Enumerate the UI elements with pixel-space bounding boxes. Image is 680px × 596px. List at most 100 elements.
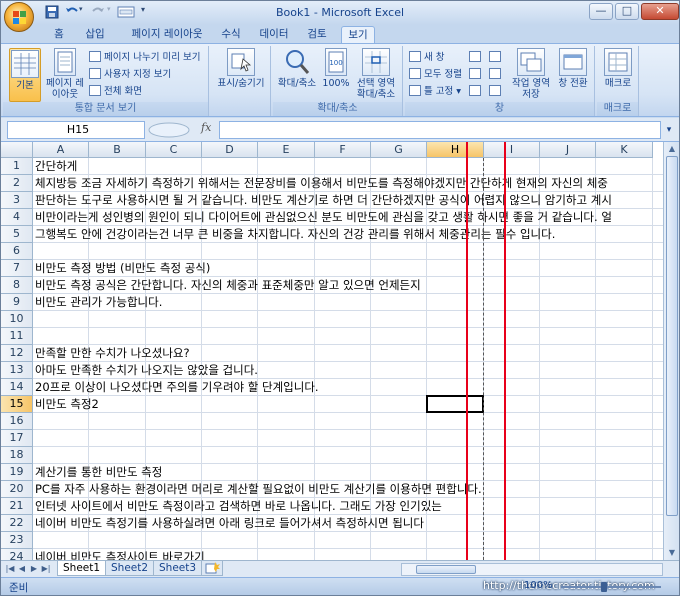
row-header-8[interactable]: 8 bbox=[1, 277, 33, 294]
column-header-k[interactable]: K bbox=[596, 142, 653, 158]
cell-a9[interactable]: 비만도 관리가 가능합니다. bbox=[35, 294, 162, 311]
cell-a12[interactable]: 만족할 만한 수치가 나오셨나요? bbox=[35, 345, 190, 362]
zoom-slider-knob[interactable] bbox=[601, 582, 607, 592]
scroll-up-icon[interactable]: ▲ bbox=[665, 142, 679, 155]
row-header-14[interactable]: 14 bbox=[1, 379, 33, 396]
row-header-10[interactable]: 10 bbox=[1, 311, 33, 328]
synchronous-scrolling-icon[interactable] bbox=[489, 67, 504, 83]
page-layout-view-button[interactable]: 페이지 레이아웃 bbox=[45, 48, 85, 100]
expand-formula-bar-icon[interactable]: ▾ bbox=[663, 121, 675, 139]
tab-view[interactable]: 보기 bbox=[341, 26, 375, 43]
row-header-20[interactable]: 20 bbox=[1, 481, 33, 498]
row-header-4[interactable]: 4 bbox=[1, 209, 33, 226]
row-header-19[interactable]: 19 bbox=[1, 464, 33, 481]
cell-a8[interactable]: 비만도 측정 공식은 간단합니다. 자신의 체중과 표준체중만 알고 있으면 언… bbox=[35, 277, 421, 294]
insert-function-button[interactable]: fx bbox=[201, 121, 211, 134]
zoom-to-selection-button[interactable]: 선택 영역 확대/축소 bbox=[353, 48, 399, 100]
scroll-down-icon[interactable]: ▼ bbox=[665, 546, 679, 559]
column-header-a[interactable]: A bbox=[33, 142, 89, 158]
cell-a14[interactable]: 20프로 이상이 나오셨다면 주의를 기우려야 할 단계입니다. bbox=[35, 379, 319, 396]
minimize-button[interactable]: — bbox=[589, 3, 613, 20]
insert-sheet-icon[interactable] bbox=[201, 561, 223, 576]
cell-a7[interactable]: 비만도 측정 방법 (비만도 측정 공식) bbox=[35, 260, 210, 277]
show-hide-button[interactable]: 표시/숨기기 bbox=[215, 48, 267, 89]
maximize-button[interactable]: □ bbox=[615, 3, 639, 20]
cell-a4[interactable]: 비만이라는게 성인병의 원인이 되니 다이어트에 관심없으신 분도 비만도에 관… bbox=[35, 209, 612, 226]
column-header-d[interactable]: D bbox=[202, 142, 258, 158]
column-header-j[interactable]: J bbox=[540, 142, 596, 158]
prev-sheet-icon[interactable]: ◀ bbox=[17, 563, 27, 575]
close-button[interactable]: ✕ bbox=[641, 3, 679, 20]
row-header-9[interactable]: 9 bbox=[1, 294, 33, 311]
row-header-12[interactable]: 12 bbox=[1, 345, 33, 362]
first-sheet-icon[interactable]: |◀ bbox=[5, 563, 15, 575]
tab-formulas[interactable]: 수식 bbox=[217, 26, 245, 43]
tab-review[interactable]: 검토 bbox=[303, 26, 331, 43]
worksheet-grid[interactable]: A B C D E F G H I J K 1 간단하게 2 체지방등 조금 자세하기 측정하기 위해서는 … bbox=[1, 142, 663, 560]
row-header-17[interactable]: 17 bbox=[1, 430, 33, 447]
vertical-scroll-thumb[interactable] bbox=[666, 156, 678, 516]
cell-a22[interactable]: 네이버 비만도 측정기를 사용하실려면 아래 링크로 들어가셔서 측정하시면 됩… bbox=[35, 515, 424, 532]
cell-a2[interactable]: 체지방등 조금 자세하기 측정하기 위해서는 전문장비를 이용해서 비만도를 측… bbox=[35, 175, 608, 192]
new-window-button[interactable]: 새 창 bbox=[409, 50, 445, 66]
sheet-tab-1[interactable]: Sheet1 bbox=[57, 561, 107, 576]
split-icon[interactable] bbox=[469, 50, 484, 66]
row-header-22[interactable]: 22 bbox=[1, 515, 33, 532]
row-header-13[interactable]: 13 bbox=[1, 362, 33, 379]
cell-a24[interactable]: 네이버 비만도 측정사이트 바로가기 bbox=[35, 549, 205, 560]
horizontal-scrollbar[interactable] bbox=[401, 563, 663, 576]
row-header-11[interactable]: 11 bbox=[1, 328, 33, 345]
column-header-e[interactable]: E bbox=[258, 142, 315, 158]
column-header-g[interactable]: G bbox=[371, 142, 427, 158]
tab-insert[interactable]: 삽입 bbox=[81, 26, 109, 43]
last-sheet-icon[interactable]: ▶| bbox=[41, 563, 51, 575]
save-workspace-button[interactable]: 작업 영역 저장 bbox=[509, 48, 553, 100]
zoom-slider[interactable] bbox=[561, 586, 661, 588]
switch-windows-button[interactable]: 창 전환 bbox=[555, 48, 591, 89]
row-header-15[interactable]: 15 bbox=[1, 396, 33, 413]
office-button[interactable] bbox=[4, 2, 34, 32]
sheet-tab-2[interactable]: Sheet2 bbox=[105, 561, 155, 576]
arrange-all-button[interactable]: 모두 정렬 bbox=[409, 67, 462, 83]
row-header-18[interactable]: 18 bbox=[1, 447, 33, 464]
select-all-corner[interactable] bbox=[1, 142, 33, 158]
column-header-f[interactable]: F bbox=[315, 142, 371, 158]
row-header-7[interactable]: 7 bbox=[1, 260, 33, 277]
view-side-by-side-icon[interactable] bbox=[489, 50, 504, 66]
column-header-b[interactable]: B bbox=[89, 142, 146, 158]
zoom-level[interactable]: 100% bbox=[524, 580, 553, 591]
unhide-window-icon[interactable] bbox=[469, 84, 484, 100]
row-header-6[interactable]: 6 bbox=[1, 243, 33, 260]
formula-input[interactable] bbox=[219, 121, 661, 139]
cell-a3[interactable]: 판단하는 도구로 사용하시면 될 거 같습니다. 비만도 계산기로 하면 더 간… bbox=[35, 192, 612, 209]
tab-home[interactable]: 홈 bbox=[45, 26, 73, 43]
next-sheet-icon[interactable]: ▶ bbox=[29, 563, 39, 575]
reset-window-position-icon[interactable] bbox=[489, 84, 504, 100]
horizontal-scroll-thumb[interactable] bbox=[416, 565, 476, 574]
row-header-16[interactable]: 16 bbox=[1, 413, 33, 430]
cell-a15[interactable]: 비만도 측정2 bbox=[35, 396, 99, 413]
freeze-panes-button[interactable]: 틀 고정 ▾ bbox=[409, 84, 461, 100]
row-header-1[interactable]: 1 bbox=[1, 158, 33, 175]
cell-a19[interactable]: 계산기를 통한 비만도 측정 bbox=[35, 464, 162, 481]
row-header-2[interactable]: 2 bbox=[1, 175, 33, 192]
custom-views-button[interactable]: 사용자 지정 보기 bbox=[89, 67, 171, 83]
row-header-5[interactable]: 5 bbox=[1, 226, 33, 243]
macros-button[interactable]: 매크로 bbox=[599, 48, 637, 89]
tab-page-layout[interactable]: 페이지 레이아웃 bbox=[119, 26, 215, 43]
full-screen-button[interactable]: 전체 화면 bbox=[89, 84, 142, 100]
cell-a13[interactable]: 아마도 만족한 수치가 나오지는 않았을 겁니다. bbox=[35, 362, 258, 379]
row-header-21[interactable]: 21 bbox=[1, 498, 33, 515]
cell-a20[interactable]: PC를 자주 사용하는 환경이라면 머리로 계산할 필요없이 비만도 계산기를 … bbox=[35, 481, 482, 498]
column-header-c[interactable]: C bbox=[146, 142, 202, 158]
row-header-23[interactable]: 23 bbox=[1, 532, 33, 549]
hide-window-icon[interactable] bbox=[469, 67, 484, 83]
zoom-button[interactable]: 확대/축소 bbox=[275, 48, 319, 89]
tab-data[interactable]: 데이터 bbox=[255, 26, 293, 43]
normal-view-button[interactable]: 기본 bbox=[9, 48, 41, 102]
cell-a21[interactable]: 인터넷 사이트에서 비만도 측정이라고 검색하면 바로 나옵니다. 그래도 가장… bbox=[35, 498, 442, 515]
vertical-scrollbar[interactable]: ▲ ▼ bbox=[663, 142, 679, 560]
sheet-tab-3[interactable]: Sheet3 bbox=[153, 561, 203, 576]
cell-a1[interactable]: 간단하게 bbox=[35, 158, 77, 175]
row-header-3[interactable]: 3 bbox=[1, 192, 33, 209]
